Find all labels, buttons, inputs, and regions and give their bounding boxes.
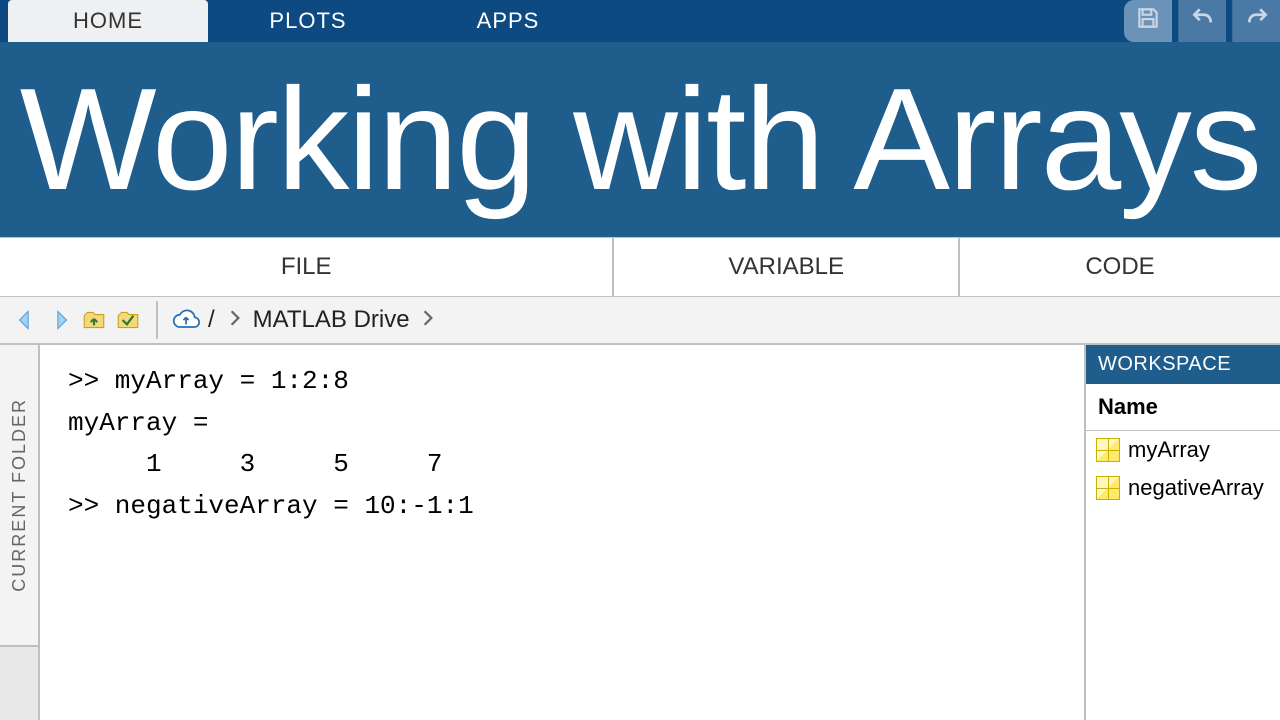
redo-button[interactable]	[1232, 0, 1280, 42]
folder-up-button[interactable]	[80, 306, 108, 334]
workspace-variable-row[interactable]: negativeArray	[1086, 469, 1280, 507]
undo-icon	[1190, 5, 1216, 37]
workspace-title[interactable]: WORKSPACE	[1086, 345, 1280, 384]
nav-back-button[interactable]	[12, 306, 40, 334]
current-folder-cloud-icon[interactable]	[172, 306, 200, 334]
navbar-divider	[156, 301, 158, 339]
variable-icon	[1096, 438, 1120, 462]
title-banner: Working with Arrays	[0, 42, 1280, 237]
nav-forward-button[interactable]	[46, 306, 74, 334]
variable-name: negativeArray	[1128, 475, 1264, 501]
redo-icon	[1244, 5, 1270, 37]
tab-apps[interactable]: APPS	[408, 0, 608, 42]
browse-folder-button[interactable]	[114, 306, 142, 334]
address-bar: / MATLAB Drive	[0, 297, 1280, 345]
command-output: 1 3 5 7	[68, 444, 1056, 486]
side-panel-stub	[0, 645, 40, 720]
tab-home[interactable]: HOME	[8, 0, 208, 42]
command-output: myArray =	[68, 403, 1056, 445]
breadcrumb-folder[interactable]: MATLAB Drive	[253, 306, 410, 334]
command-line: >> negativeArray = 10:-1:1	[68, 486, 1056, 528]
variable-name: myArray	[1128, 437, 1210, 463]
save-icon	[1135, 5, 1161, 37]
command-window[interactable]: >> myArray = 1:2:8 myArray = 1 3 5 7 >> …	[40, 345, 1084, 720]
quick-access-toolbar	[1124, 0, 1280, 42]
page-title: Working with Arrays	[20, 56, 1261, 223]
ribbon-group-file: FILE	[0, 238, 614, 296]
workspace-variable-row[interactable]: myArray	[1086, 431, 1280, 469]
chevron-right-icon	[422, 309, 434, 332]
current-folder-collapsed-panel[interactable]: CURRENT FOLDER	[0, 345, 40, 645]
chevron-right-icon	[229, 309, 241, 332]
workspace-panel: WORKSPACE Name myArray negativeArray	[1084, 345, 1280, 720]
current-folder-label: CURRENT FOLDER	[9, 398, 30, 592]
workspace-column-name[interactable]: Name	[1086, 384, 1280, 431]
tab-plots[interactable]: PLOTS	[208, 0, 408, 42]
ribbon-group-labels: FILE VARIABLE CODE	[0, 237, 1280, 297]
undo-button[interactable]	[1178, 0, 1226, 42]
variable-icon	[1096, 476, 1120, 500]
ribbon-tabbar: HOME PLOTS APPS	[0, 0, 1280, 42]
command-line: >> myArray = 1:2:8	[68, 361, 1056, 403]
ribbon-group-variable: VARIABLE	[614, 238, 960, 296]
breadcrumb-root[interactable]: /	[208, 306, 215, 334]
save-button[interactable]	[1124, 0, 1172, 42]
ribbon-group-code: CODE	[960, 238, 1280, 296]
